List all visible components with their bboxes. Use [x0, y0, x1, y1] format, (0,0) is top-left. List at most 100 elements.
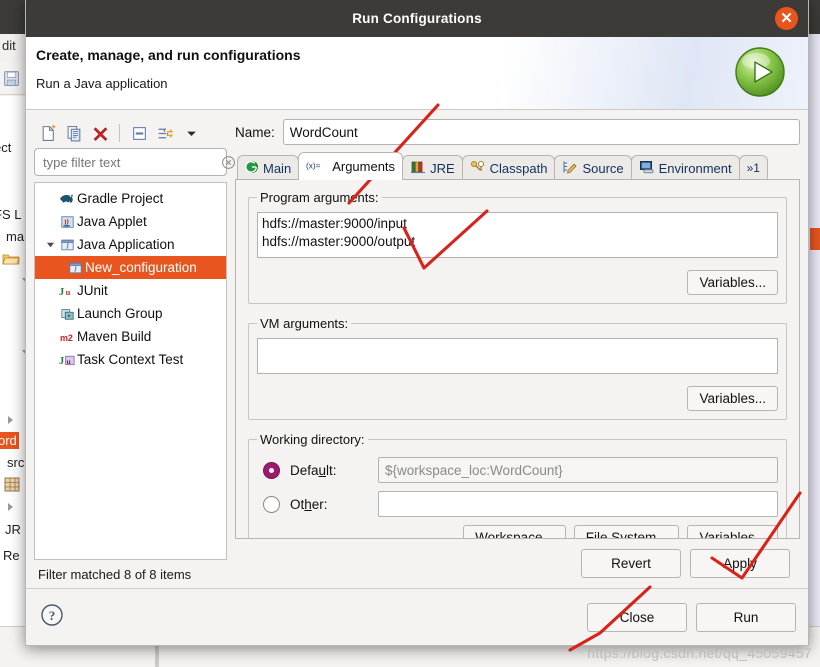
tree-item-junit[interactable]: Ju JUnit	[35, 279, 226, 302]
run-button[interactable]: Run	[696, 602, 796, 632]
ide-hdfs-fragment: FS L	[0, 207, 22, 222]
filter-icon[interactable]	[153, 121, 177, 145]
configuration-editor-pane: Name: Main (x)= Arguments	[235, 118, 800, 588]
tab-arguments[interactable]: (x)= Arguments	[298, 152, 404, 181]
tree-item-launch-group[interactable]: Launch Group	[35, 302, 226, 325]
svg-text:m2: m2	[59, 332, 72, 342]
dialog-titlebar: Run Configurations ✕	[26, 0, 808, 37]
other-label: Other:	[290, 496, 328, 512]
configurations-tree[interactable]: Gradle Project Java Applet J Java Applic…	[34, 182, 227, 560]
vm-arguments-label: VM arguments:	[260, 316, 349, 332]
workspace-button[interactable]: Workspace...	[463, 525, 566, 539]
chevron-down-icon[interactable]	[43, 240, 57, 249]
revert-button[interactable]: Revert	[581, 549, 681, 578]
tree-item-label: New_configuration	[85, 260, 197, 275]
java-application-icon: J	[65, 261, 85, 275]
vm-variables-button[interactable]: Variables...	[687, 386, 778, 412]
program-arguments-input[interactable]: hdfs://master:9000/input hdfs://master:9…	[257, 212, 778, 259]
radio-default[interactable]	[263, 461, 280, 479]
vm-arguments-group: VM arguments: Variables...	[248, 316, 787, 421]
dialog-banner: Create, manage, and run configurations R…	[26, 37, 808, 110]
tab-environment[interactable]: Environment	[630, 155, 740, 181]
help-icon[interactable]: ?	[38, 601, 66, 629]
package-icon	[4, 477, 20, 497]
tree-item-maven-build[interactable]: m2 Maven Build	[35, 325, 226, 348]
dialog-body: Gradle Project Java Applet J	[26, 110, 808, 588]
clear-icon[interactable]	[221, 155, 236, 170]
tree-item-java-application[interactable]: J Java Application	[35, 233, 226, 256]
working-dir-variables-button[interactable]: Variables...	[687, 525, 778, 539]
launch-group-icon	[57, 307, 77, 321]
watermark: https://blog.csdn.net/qq_45059457	[587, 645, 812, 661]
main-tab-icon	[245, 160, 259, 177]
default-label: Default:	[290, 462, 337, 478]
svg-text:?: ?	[49, 608, 56, 623]
close-button[interactable]: Close	[587, 602, 687, 632]
name-row: Name:	[235, 118, 800, 146]
arguments-tab-icon: (x)=	[306, 159, 328, 175]
tree-item-gradle-project[interactable]: Gradle Project	[35, 187, 226, 210]
svg-text:u: u	[65, 286, 70, 296]
program-arguments-group: Program arguments: hdfs://master:9000/in…	[248, 190, 787, 305]
program-variables-button[interactable]: Variables...	[687, 270, 778, 296]
tree-item-label: JUnit	[77, 283, 108, 298]
tab-main[interactable]: Main	[237, 155, 300, 181]
tab-strip: Main (x)= Arguments JRE Classpath Source…	[235, 152, 800, 181]
configurations-toolbar	[34, 118, 227, 148]
ide-project-fragment: ect	[0, 140, 12, 155]
ide-right-marker	[810, 228, 820, 250]
duplicate-configuration-icon[interactable]	[62, 121, 86, 145]
tree-item-label: Launch Group	[77, 306, 163, 321]
other-directory-input[interactable]	[378, 491, 778, 518]
radio-other[interactable]	[263, 495, 280, 513]
close-icon[interactable]: ✕	[775, 7, 798, 30]
source-tab-icon	[562, 160, 578, 177]
vm-arguments-input[interactable]	[257, 338, 778, 375]
configurations-pane: Gradle Project Java Applet J	[34, 118, 235, 588]
working-directory-default-row: Default:	[263, 457, 778, 484]
working-directory-other-row: Other:	[263, 491, 778, 518]
tab-label: JRE	[430, 160, 455, 176]
revert-apply-row: Revert Apply	[235, 539, 800, 588]
maven-icon: m2	[57, 330, 77, 344]
name-input[interactable]	[282, 119, 800, 146]
run-configurations-dialog: Run Configurations ✕ Create, manage, and…	[25, 0, 809, 646]
junit-icon: Ju	[57, 284, 77, 298]
toolbar-separator	[119, 124, 120, 142]
chevron-down-icon[interactable]	[179, 121, 203, 145]
svg-text:(x)=: (x)=	[306, 161, 321, 170]
tree-item-task-context-test[interactable]: Ju Task Context Test	[35, 348, 226, 371]
banner-heading: Create, manage, and run configurations	[36, 47, 301, 63]
search-input[interactable]	[41, 153, 221, 171]
tab-jre[interactable]: JRE	[402, 155, 463, 181]
java-application-icon: J	[57, 238, 77, 252]
filter-box[interactable]	[34, 148, 235, 176]
ide-jre-fragment: JR	[5, 522, 21, 537]
delete-configuration-icon[interactable]	[88, 121, 112, 145]
jre-tab-icon	[410, 160, 426, 177]
run-play-icon	[734, 46, 786, 98]
tab-source[interactable]: Source	[554, 155, 632, 181]
tab-classpath[interactable]: Classpath	[461, 155, 556, 181]
program-arguments-label: Program arguments:	[260, 190, 379, 206]
svg-text:J: J	[74, 265, 77, 273]
tab-overflow[interactable]: »1	[738, 155, 768, 181]
tree-item-label: Gradle Project	[77, 191, 164, 206]
collapse-all-icon[interactable]	[127, 121, 151, 145]
svg-text:J: J	[66, 242, 69, 250]
svg-text:J: J	[59, 286, 64, 297]
tab-label: Environment	[658, 160, 732, 176]
tree-item-new-configuration[interactable]: J New_configuration	[35, 256, 226, 279]
filter-status-label: Filter matched 8 of 8 items	[38, 566, 192, 582]
tree-item-java-applet[interactable]: Java Applet	[35, 210, 226, 233]
svg-text:u: u	[66, 356, 70, 365]
working-directory-label: Working directory:	[260, 432, 365, 448]
banner-subheading: Run a Java application	[36, 76, 168, 91]
apply-button[interactable]: Apply	[690, 549, 790, 578]
working-directory-buttons: Workspace... File System... Variables...	[257, 525, 778, 539]
ide-selected-node-fragment: ord	[0, 432, 19, 449]
ide-master-fragment: ma	[6, 229, 25, 244]
tree-item-label: Java Applet	[77, 214, 147, 229]
file-system-button[interactable]: File System...	[573, 525, 680, 539]
new-configuration-icon[interactable]	[36, 121, 60, 145]
